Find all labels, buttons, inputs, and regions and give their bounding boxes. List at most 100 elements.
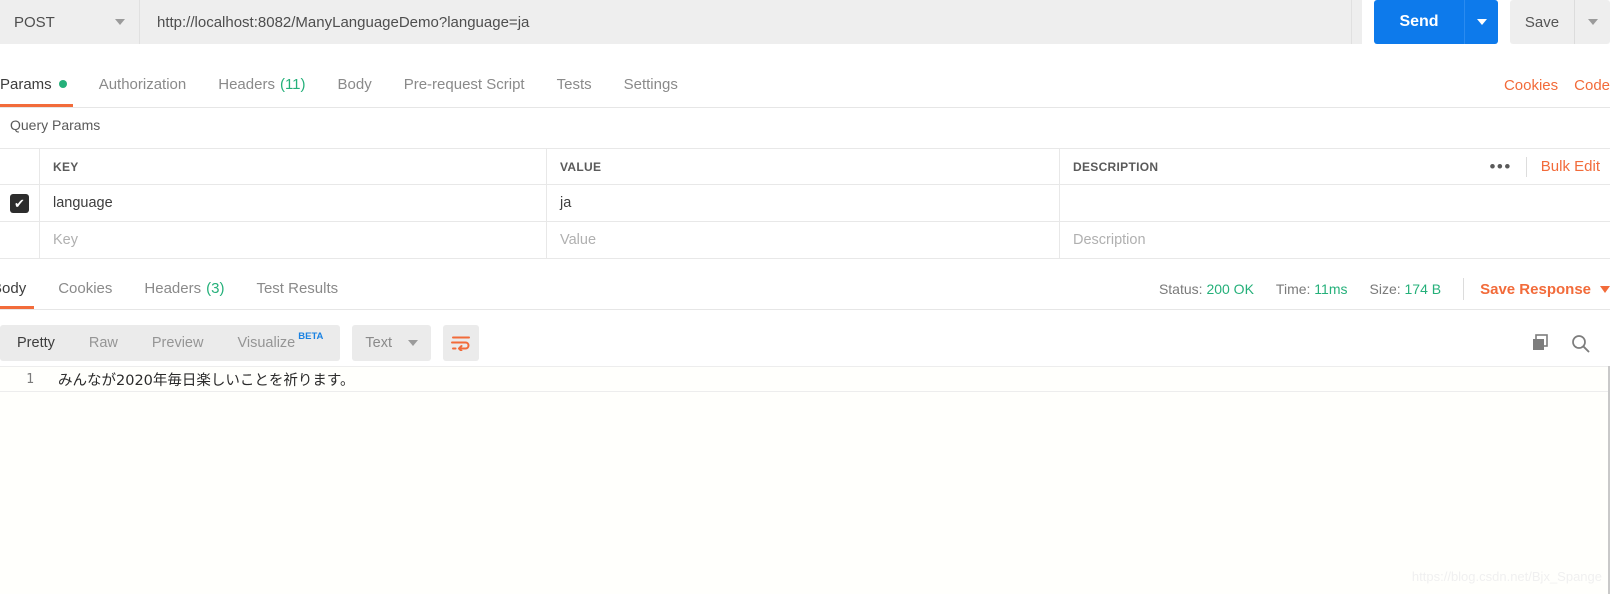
status-value: 200 OK bbox=[1206, 281, 1254, 297]
tab-body[interactable]: Body bbox=[322, 61, 388, 107]
response-tab-body[interactable]: Body bbox=[0, 267, 42, 309]
url-input[interactable]: http://localhost:8082/ManyLanguageDemo?l… bbox=[140, 0, 1352, 44]
meta-divider bbox=[1463, 278, 1465, 300]
watermark: https://blog.csdn.net/Bjx_Spange bbox=[1411, 569, 1602, 584]
view-raw-button[interactable]: Raw bbox=[72, 325, 135, 361]
urlbar-spacer bbox=[1352, 0, 1362, 44]
response-body-actions bbox=[1531, 320, 1590, 366]
chevron-down-icon bbox=[115, 19, 125, 25]
tab-headers[interactable]: Headers (11) bbox=[202, 61, 321, 107]
tab-pre-request-script[interactable]: Pre-request Script bbox=[388, 61, 541, 107]
line-number: 1 bbox=[26, 371, 34, 387]
response-tab-headers[interactable]: Headers (3) bbox=[128, 267, 240, 309]
description-placeholder: Description bbox=[1073, 232, 1146, 248]
status-badge: Status: 200 OK bbox=[1159, 281, 1254, 297]
row-check-cell: ✔ bbox=[0, 185, 40, 221]
more-options-icon[interactable]: ••• bbox=[1489, 158, 1511, 175]
tab-headers-count: (11) bbox=[279, 75, 306, 93]
size-badge: Size: 174 B bbox=[1370, 281, 1442, 297]
url-text: http://localhost:8082/ManyLanguageDemo?l… bbox=[157, 13, 530, 31]
send-options-button[interactable] bbox=[1464, 0, 1498, 44]
empty-check-cell bbox=[0, 222, 40, 258]
view-pretty-button[interactable]: Pretty bbox=[0, 325, 72, 361]
view-preview-button[interactable]: Preview bbox=[135, 325, 221, 361]
empty-value-cell[interactable]: Value bbox=[547, 222, 1060, 258]
save-response-button[interactable]: Save Response bbox=[1480, 281, 1591, 298]
check-icon: ✔ bbox=[14, 195, 25, 211]
request-tab-bar: Params Authorization Headers (11) Body P… bbox=[0, 62, 1610, 108]
copy-icon[interactable] bbox=[1531, 334, 1549, 352]
send-button[interactable]: Send bbox=[1374, 0, 1464, 44]
chevron-down-icon bbox=[408, 340, 418, 346]
row-key-cell[interactable]: language bbox=[40, 185, 547, 221]
tab-params[interactable]: Params bbox=[0, 61, 83, 107]
size-label: Size: bbox=[1369, 281, 1401, 297]
bulk-edit-link[interactable]: Bulk Edit bbox=[1541, 158, 1600, 175]
response-tab-body-label: Body bbox=[0, 279, 27, 297]
response-format-select[interactable]: Text bbox=[352, 325, 431, 361]
tab-headers-label: Headers bbox=[218, 75, 275, 93]
query-params-title: Query Params bbox=[10, 117, 101, 133]
tab-authorization-label: Authorization bbox=[98, 75, 187, 93]
response-format-label: Text bbox=[365, 335, 392, 351]
tab-tests[interactable]: Tests bbox=[541, 61, 608, 107]
code-line: 1 みんなが2020年毎日楽しいことを祈ります。 bbox=[0, 366, 1610, 392]
table-header-row: KEY VALUE DESCRIPTION ••• Bulk Edit bbox=[0, 148, 1610, 185]
word-wrap-icon bbox=[451, 336, 470, 351]
response-tab-test-results-label: Test Results bbox=[256, 279, 339, 297]
time-badge: Time: 11ms bbox=[1276, 281, 1348, 297]
tab-settings[interactable]: Settings bbox=[608, 61, 694, 107]
word-wrap-button[interactable] bbox=[443, 325, 479, 361]
row-value-cell[interactable]: ja bbox=[547, 185, 1060, 221]
query-params-table: KEY VALUE DESCRIPTION ••• Bulk Edit ✔ la… bbox=[0, 148, 1610, 259]
header-value-cell: VALUE bbox=[547, 149, 1060, 184]
empty-key-cell[interactable]: Key bbox=[40, 222, 547, 258]
view-visualize-button[interactable]: Visualize BETA bbox=[220, 325, 340, 361]
params-modified-dot-icon bbox=[58, 80, 67, 88]
response-body-viewer[interactable]: 1 みんなが2020年毎日楽しいことを祈ります。 bbox=[0, 366, 1610, 594]
code-link[interactable]: Code bbox=[1574, 77, 1610, 94]
column-header-value: VALUE bbox=[560, 159, 602, 174]
view-pretty-label: Pretty bbox=[17, 335, 55, 351]
param-enabled-checkbox[interactable]: ✔ bbox=[10, 193, 29, 213]
response-view-segmented-control: Pretty Raw Preview Visualize BETA bbox=[0, 325, 341, 361]
tab-authorization[interactable]: Authorization bbox=[83, 61, 203, 107]
row-description-cell[interactable] bbox=[1060, 185, 1610, 221]
header-description-cell: DESCRIPTION ••• Bulk Edit bbox=[1060, 149, 1610, 184]
response-body-text: みんなが2020年毎日楽しいことを祈ります。 bbox=[58, 372, 355, 389]
chevron-down-icon[interactable] bbox=[1600, 285, 1610, 293]
save-button[interactable]: Save bbox=[1510, 0, 1574, 44]
header-key-cell: KEY bbox=[40, 149, 547, 184]
column-header-description: DESCRIPTION bbox=[1073, 159, 1159, 174]
view-visualize-label: Visualize bbox=[237, 335, 296, 351]
chevron-down-icon bbox=[1587, 19, 1598, 25]
http-method-label: POST bbox=[14, 13, 55, 31]
tab-body-label: Body bbox=[337, 75, 372, 93]
request-tabbar-actions: Cookies Code bbox=[1504, 62, 1610, 108]
time-value: 11ms bbox=[1314, 281, 1348, 297]
tab-params-label: Params bbox=[0, 75, 52, 93]
time-label: Time: bbox=[1275, 281, 1311, 297]
cookies-link[interactable]: Cookies bbox=[1504, 77, 1558, 94]
response-body-toolbar: Pretty Raw Preview Visualize BETA Text bbox=[0, 320, 1610, 366]
tools-divider bbox=[1525, 156, 1527, 177]
empty-description-cell[interactable]: Description bbox=[1060, 222, 1610, 258]
response-tab-headers-count: (3) bbox=[206, 279, 225, 297]
response-tab-cookies-label: Cookies bbox=[58, 279, 113, 297]
send-button-group: Send Save bbox=[1374, 0, 1610, 44]
key-placeholder: Key bbox=[53, 232, 78, 248]
param-key-value: language bbox=[53, 195, 113, 211]
response-tab-cookies[interactable]: Cookies bbox=[42, 267, 128, 309]
save-options-button[interactable] bbox=[1574, 0, 1610, 44]
size-value: 174 B bbox=[1404, 281, 1442, 297]
tab-pre-request-script-label: Pre-request Script bbox=[403, 75, 525, 93]
beta-badge: BETA bbox=[298, 331, 324, 342]
http-method-select[interactable]: POST bbox=[0, 0, 140, 44]
param-value-value: ja bbox=[560, 195, 572, 211]
response-tab-test-results[interactable]: Test Results bbox=[240, 267, 354, 309]
table-row-empty: Key Value Description bbox=[0, 222, 1610, 259]
table-row: ✔ language ja bbox=[0, 185, 1610, 222]
search-icon[interactable] bbox=[1571, 334, 1590, 353]
view-preview-label: Preview bbox=[151, 335, 204, 351]
response-meta-bar: Status: 200 OK Time: 11ms Size: 174 B Sa… bbox=[1159, 268, 1610, 310]
